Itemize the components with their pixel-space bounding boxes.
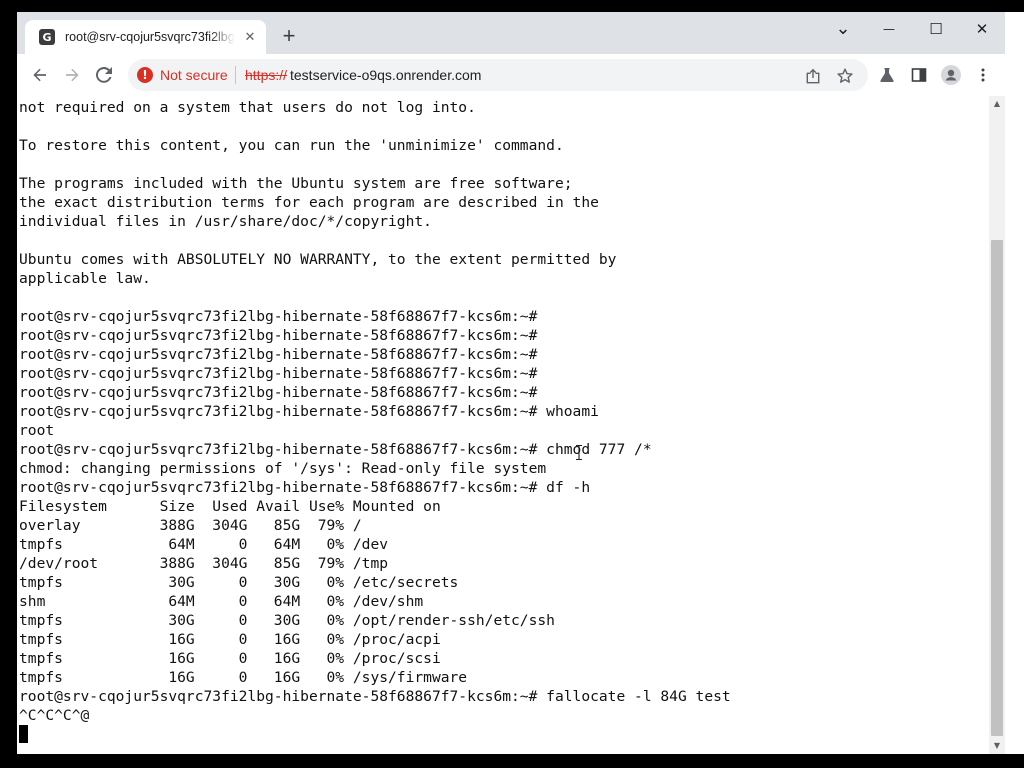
- browser-window: G root@srv-cqojur5svqrc73fi2lbg-hibernat…: [17, 12, 1005, 754]
- share-icon[interactable]: [805, 68, 821, 84]
- terminal-output[interactable]: not required on a system that users do n…: [19, 96, 985, 754]
- tab-title: root@srv-cqojur5svqrc73fi2lbg-hibernate-…: [65, 30, 235, 44]
- terminal-line: root@srv-cqojur5svqrc73fi2lbg-hibernate-…: [19, 403, 599, 420]
- terminal-line: To restore this content, you can run the…: [19, 137, 564, 154]
- terminal-line: root@srv-cqojur5svqrc73fi2lbg-hibernate-…: [19, 365, 538, 382]
- scrollbar-thumb[interactable]: [991, 240, 1003, 736]
- terminal-line: root@srv-cqojur5svqrc73fi2lbg-hibernate-…: [19, 346, 538, 363]
- terminal-line: tmpfs 30G 0 30G 0% /opt/render-ssh/etc/s…: [19, 612, 555, 629]
- terminal-line: individual files in /usr/share/doc/*/cop…: [19, 213, 432, 230]
- screen-bottom-edge: [0, 754, 1024, 768]
- terminal-line: root@srv-cqojur5svqrc73fi2lbg-hibernate-…: [19, 441, 652, 458]
- ibeam-cursor-icon: [576, 445, 582, 460]
- terminal-line: /dev/root 388G 304G 85G 79% /tmp: [19, 555, 389, 572]
- terminal-line: shm 64M 0 64M 0% /dev/shm: [19, 593, 424, 610]
- not-secure-label[interactable]: Not secure: [160, 67, 228, 83]
- tab-search-chevron-down-icon[interactable]: ⌄: [823, 16, 863, 42]
- terminal-line: tmpfs 16G 0 16G 0% /proc/scsi: [19, 650, 441, 667]
- tab-close-icon[interactable]: ✕: [242, 29, 258, 45]
- site-favicon-icon: G: [39, 29, 55, 45]
- terminal-cursor: [19, 725, 28, 743]
- reload-button[interactable]: [90, 61, 118, 89]
- forward-arrow-icon: [66, 68, 79, 82]
- terminal-line: root@srv-cqojur5svqrc73fi2lbg-hibernate-…: [19, 688, 731, 705]
- new-tab-button[interactable]: +: [277, 25, 301, 49]
- url-scheme: https://: [245, 67, 288, 83]
- terminal-line: root@srv-cqojur5svqrc73fi2lbg-hibernate-…: [19, 384, 538, 401]
- terminal-line: root@srv-cqojur5svqrc73fi2lbg-hibernate-…: [19, 308, 538, 325]
- page-content: not required on a system that users do n…: [17, 96, 1005, 754]
- minimize-button[interactable]: —: [869, 16, 909, 42]
- scroll-down-arrow-icon[interactable]: ▼: [989, 738, 1005, 754]
- not-secure-warning-icon[interactable]: !: [137, 67, 153, 83]
- terminal-line: root@srv-cqojur5svqrc73fi2lbg-hibernate-…: [19, 479, 591, 496]
- back-button[interactable]: [26, 61, 54, 89]
- terminal-line: chmod: changing permissions of '/sys': R…: [19, 460, 547, 477]
- star-icon[interactable]: [837, 68, 853, 84]
- address-bar[interactable]: ! Not secure https:// testservice-o9qs.o…: [128, 59, 868, 91]
- terminal-line: Ubuntu comes with ABSOLUTELY NO WARRANTY…: [19, 251, 617, 268]
- vertical-scrollbar[interactable]: ▲ ▼: [989, 96, 1005, 754]
- screen-edge: [1005, 12, 1024, 754]
- back-arrow-icon: [33, 68, 46, 82]
- profile-avatar-icon[interactable]: [941, 65, 961, 85]
- terminal-line: applicable law.: [19, 270, 151, 287]
- omnibox-divider: [235, 66, 236, 84]
- kebab-menu-icon[interactable]: [973, 65, 993, 85]
- terminal-line: not required on a system that users do n…: [19, 99, 476, 116]
- extension-flask-icon[interactable]: [877, 65, 897, 85]
- tab-strip: G root@srv-cqojur5svqrc73fi2lbg-hibernat…: [17, 12, 1005, 54]
- terminal-line: root: [19, 422, 55, 439]
- terminal-line: The programs included with the Ubuntu sy…: [19, 175, 573, 192]
- terminal-line: the exact distribution terms for each pr…: [19, 194, 599, 211]
- scroll-up-arrow-icon[interactable]: ▲: [989, 96, 1005, 112]
- terminal-line: Filesystem Size Used Avail Use% Mounted …: [19, 498, 441, 515]
- forward-button[interactable]: [58, 61, 86, 89]
- url-host: testservice-o9qs.onrender.com: [290, 67, 482, 83]
- browser-tab[interactable]: G root@srv-cqojur5svqrc73fi2lbg-hibernat…: [25, 20, 266, 54]
- terminal-line: tmpfs 30G 0 30G 0% /etc/secrets: [19, 574, 459, 591]
- terminal-line: tmpfs 16G 0 16G 0% /sys/firmware: [19, 669, 468, 686]
- terminal-line: root@srv-cqojur5svqrc73fi2lbg-hibernate-…: [19, 327, 538, 344]
- reload-icon: [96, 67, 112, 83]
- maximize-button[interactable]: ☐: [916, 16, 956, 42]
- terminal-line: ^C^C^C^@: [19, 707, 90, 724]
- terminal-line: tmpfs 64M 0 64M 0% /dev: [19, 536, 389, 553]
- side-panel-icon[interactable]: [909, 65, 929, 85]
- close-window-button[interactable]: ✕: [962, 16, 1002, 42]
- terminal-line: overlay 388G 304G 85G 79% /: [19, 517, 362, 534]
- terminal-line: tmpfs 16G 0 16G 0% /proc/acpi: [19, 631, 441, 648]
- browser-toolbar: ! Not secure https:// testservice-o9qs.o…: [17, 54, 1005, 96]
